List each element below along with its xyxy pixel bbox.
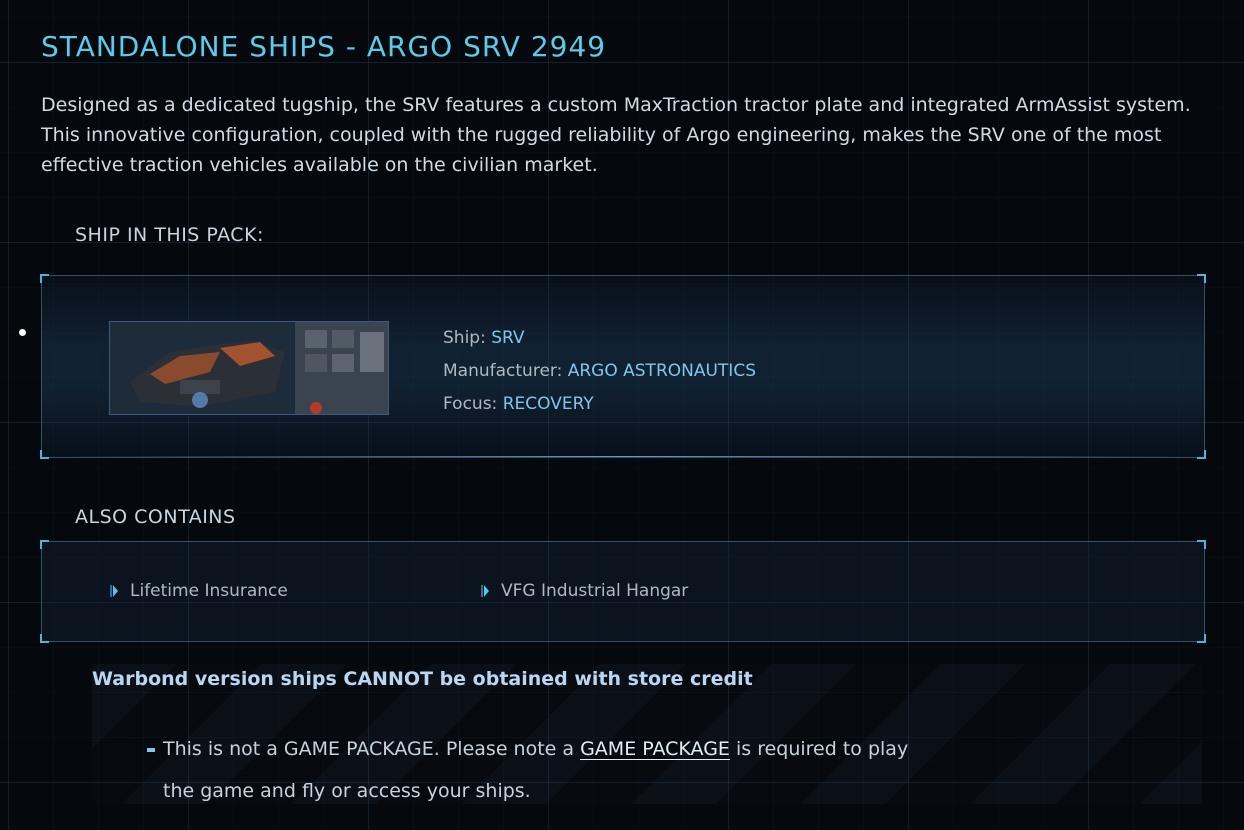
corner-bracket-icon (40, 540, 49, 549)
contains-item-label: Lifetime Insurance (130, 581, 288, 601)
page-title: STANDALONE SHIPS - ARGO SRV 2949 (41, 30, 607, 63)
corner-bracket-icon (40, 634, 49, 643)
corner-bracket-icon (40, 450, 49, 459)
corner-bracket-icon (1197, 634, 1206, 643)
focus-value: RECOVERY (502, 394, 594, 414)
ship-name-value: SRV (491, 328, 525, 348)
focus-row: Focus: RECOVERY (443, 388, 756, 421)
ship-card[interactable]: Ship: SRV Manufacturer: ARGO ASTRONAUTIC… (40, 274, 1206, 459)
store-credit-warning: Warbond version ships CANNOT be obtained… (92, 668, 753, 690)
list-item: VFG Industrial Hangar (481, 581, 688, 601)
ship-name-row: Ship: SRV (443, 322, 756, 355)
ship-thumbnail-graphic (110, 322, 388, 414)
manufacturer-value: ARGO ASTRONAUTICS (567, 361, 756, 381)
dash-bullet-icon (147, 748, 155, 752)
focus-label: Focus: (443, 394, 503, 414)
manufacturer-label: Manufacturer: (443, 361, 568, 381)
also-contains-heading: ALSO CONTAINS (75, 506, 236, 528)
ship-in-pack-heading: SHIP IN THIS PACK: (75, 224, 264, 246)
chevron-bullet-icon (110, 585, 118, 597)
corner-bracket-icon (1197, 274, 1206, 283)
game-package-note: This is not a GAME PACKAGE. Please note … (147, 728, 923, 812)
corner-bracket-icon (1197, 540, 1206, 549)
contains-item-label: VFG Industrial Hangar (501, 581, 689, 601)
ship-image[interactable] (109, 321, 389, 415)
ship-name-label: Ship: (443, 328, 492, 348)
note-text-before: This is not a GAME PACKAGE. Please note … (163, 738, 581, 760)
chevron-bullet-icon (481, 585, 489, 597)
corner-bracket-icon (40, 274, 49, 283)
ship-description: Designed as a dedicated tugship, the SRV… (41, 94, 1191, 176)
list-item: Lifetime Insurance (110, 581, 288, 601)
manufacturer-row: Manufacturer: ARGO ASTRONAUTICS (443, 355, 756, 388)
corner-bracket-icon (1197, 450, 1206, 459)
game-package-link[interactable]: GAME PACKAGE (580, 738, 730, 760)
list-bullet-icon (19, 329, 26, 336)
ship-specs: Ship: SRV Manufacturer: ARGO ASTRONAUTIC… (443, 322, 756, 421)
also-contains-panel: Lifetime Insurance VFG Industrial Hangar (40, 540, 1206, 643)
